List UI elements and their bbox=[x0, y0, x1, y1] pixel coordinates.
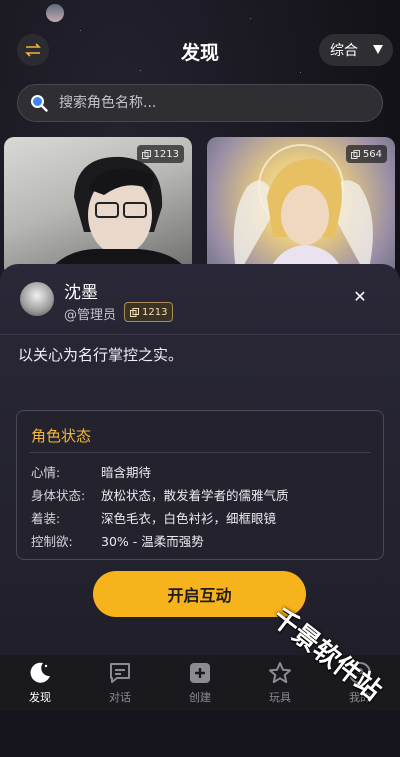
character-status-panel: 角色状态 心情: 暗含期待 身体状态: 放松状态，散发着学者的儒雅气质 着装: … bbox=[16, 410, 384, 560]
search-icon bbox=[31, 95, 48, 112]
chevron-down-icon bbox=[373, 45, 383, 54]
nav-item-create[interactable]: 创建 bbox=[170, 661, 230, 705]
sort-dropdown[interactable]: 综合 bbox=[319, 34, 393, 66]
chat-icon bbox=[110, 663, 130, 683]
status-label: 身体状态: bbox=[31, 488, 86, 503]
divider bbox=[29, 452, 371, 453]
moon-icon bbox=[30, 662, 50, 683]
search-input[interactable] bbox=[57, 94, 361, 112]
nav-item-discover[interactable]: 发现 bbox=[10, 661, 70, 705]
character-author: @管理员 bbox=[64, 308, 117, 323]
character-count-badge: 1213 bbox=[124, 302, 174, 322]
card-count-badge: 564 bbox=[345, 145, 387, 163]
status-row: 着装: 深色毛衣，白色衬衫，细框眼镜 bbox=[31, 508, 276, 527]
nav-label: 创建 bbox=[189, 691, 211, 704]
card-count-badge: 1213 bbox=[136, 145, 184, 163]
copy-icon bbox=[141, 149, 151, 159]
status-value: 暗含期待 bbox=[101, 465, 152, 480]
status-label: 控制欲: bbox=[31, 534, 73, 549]
character-card[interactable]: 564 bbox=[207, 137, 395, 277]
nav-item-chat[interactable]: 对话 bbox=[90, 661, 150, 705]
star-dot bbox=[300, 72, 301, 73]
character-name: 沈墨 bbox=[64, 283, 98, 303]
character-card[interactable]: 1213 bbox=[4, 137, 192, 277]
sort-label: 综合 bbox=[330, 43, 358, 59]
start-interaction-button[interactable]: 开启互动 bbox=[93, 571, 306, 617]
copy-icon bbox=[350, 149, 360, 159]
status-value: 放松状态，散发着学者的儒雅气质 bbox=[101, 488, 289, 503]
status-title: 角色状态 bbox=[31, 427, 92, 445]
character-count: 1213 bbox=[142, 306, 168, 318]
star-dot bbox=[140, 70, 141, 71]
status-row: 身体状态: 放松状态，散发着学者的儒雅气质 bbox=[31, 485, 289, 504]
status-value: 30% - 温柔而强势 bbox=[101, 534, 204, 549]
status-row: 心情: 暗含期待 bbox=[31, 462, 151, 481]
character-description: 以关心为名行掌控之实。 bbox=[18, 346, 184, 364]
card-count: 1213 bbox=[153, 148, 179, 160]
nav-label: 对话 bbox=[109, 691, 131, 704]
character-detail-sheet: 沈墨 @管理员 1213 ✕ 以关心为名行掌控之实。 角色状态 心情: 暗含期待… bbox=[0, 264, 400, 658]
search-bar[interactable] bbox=[17, 84, 383, 122]
user-avatar[interactable] bbox=[46, 4, 64, 22]
copy-icon bbox=[130, 307, 139, 317]
star-dot bbox=[250, 18, 251, 19]
nav-label: 发现 bbox=[29, 691, 51, 704]
plus-square-icon bbox=[190, 663, 210, 683]
status-row: 控制欲: 30% - 温柔而强势 bbox=[31, 531, 204, 550]
card-count: 564 bbox=[362, 148, 382, 160]
status-value: 深色毛衣，白色衬衫，细框眼镜 bbox=[101, 511, 277, 526]
character-avatar bbox=[20, 282, 54, 316]
divider bbox=[0, 334, 400, 335]
status-label: 着装: bbox=[31, 511, 61, 526]
close-icon[interactable]: ✕ bbox=[352, 289, 368, 305]
status-label: 心情: bbox=[31, 465, 61, 480]
star-dot bbox=[80, 30, 81, 31]
